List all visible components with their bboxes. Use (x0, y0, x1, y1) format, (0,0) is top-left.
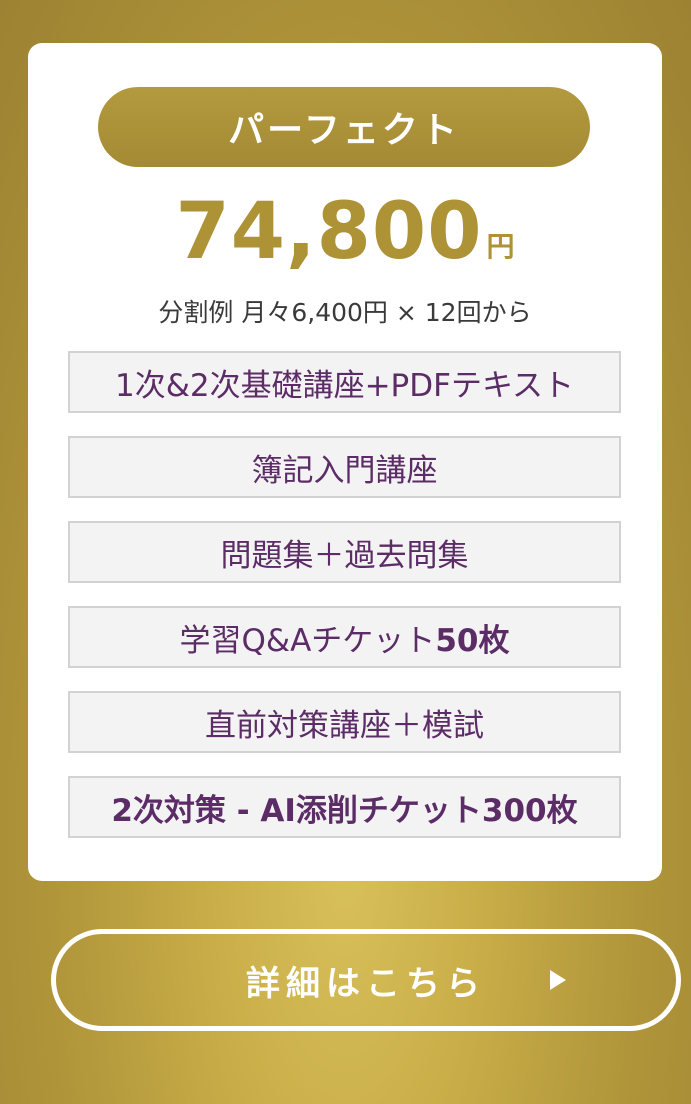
plan-name: パーフェクト (228, 110, 460, 151)
feature-label: 問題集＋過去問集 (220, 537, 469, 574)
feature-item: 直前対策講座＋模試 (68, 691, 621, 753)
details-button[interactable]: 詳細はこちら (51, 929, 681, 1031)
plan-name-badge: パーフェクト (98, 87, 590, 167)
plan-card-container: パーフェクト 74,800 円 分割例 月々6,400円 × 12回から 1次&… (0, 0, 691, 1104)
feature-item: 簿記入門講座 (68, 436, 621, 498)
feature-item: 1次&2次基礎講座+PDFテキスト (68, 351, 621, 413)
feature-label: 簿記入門講座 (251, 452, 438, 489)
feature-label: 1次&2次基礎講座+PDFテキスト (114, 367, 575, 404)
play-arrow-icon (550, 970, 566, 990)
feature-list: 1次&2次基礎講座+PDFテキスト 簿記入門講座 問題集＋過去問集 学習Q&Aチ… (68, 351, 621, 861)
feature-label: 直前対策講座＋模試 (205, 707, 484, 744)
installment-example: 分割例 月々6,400円 × 12回から (158, 298, 532, 327)
plan-card: パーフェクト 74,800 円 分割例 月々6,400円 × 12回から 1次&… (28, 43, 662, 881)
price-amount: 74,800 (175, 187, 483, 277)
feature-label-emphasis: 50枚 (435, 622, 510, 659)
feature-item: 問題集＋過去問集 (68, 521, 621, 583)
feature-item: 2次対策 - AI添削チケット300枚 (68, 776, 621, 838)
price: 74,800 円 (28, 181, 662, 271)
details-button-label: 詳細はこちら (246, 963, 486, 1004)
feature-label: 2次対策 - AI添削チケット300枚 (111, 792, 578, 829)
price-unit: 円 (486, 230, 515, 263)
feature-label: 学習Q&Aチケット (179, 622, 436, 659)
feature-item: 学習Q&Aチケット 50枚 (68, 606, 621, 668)
